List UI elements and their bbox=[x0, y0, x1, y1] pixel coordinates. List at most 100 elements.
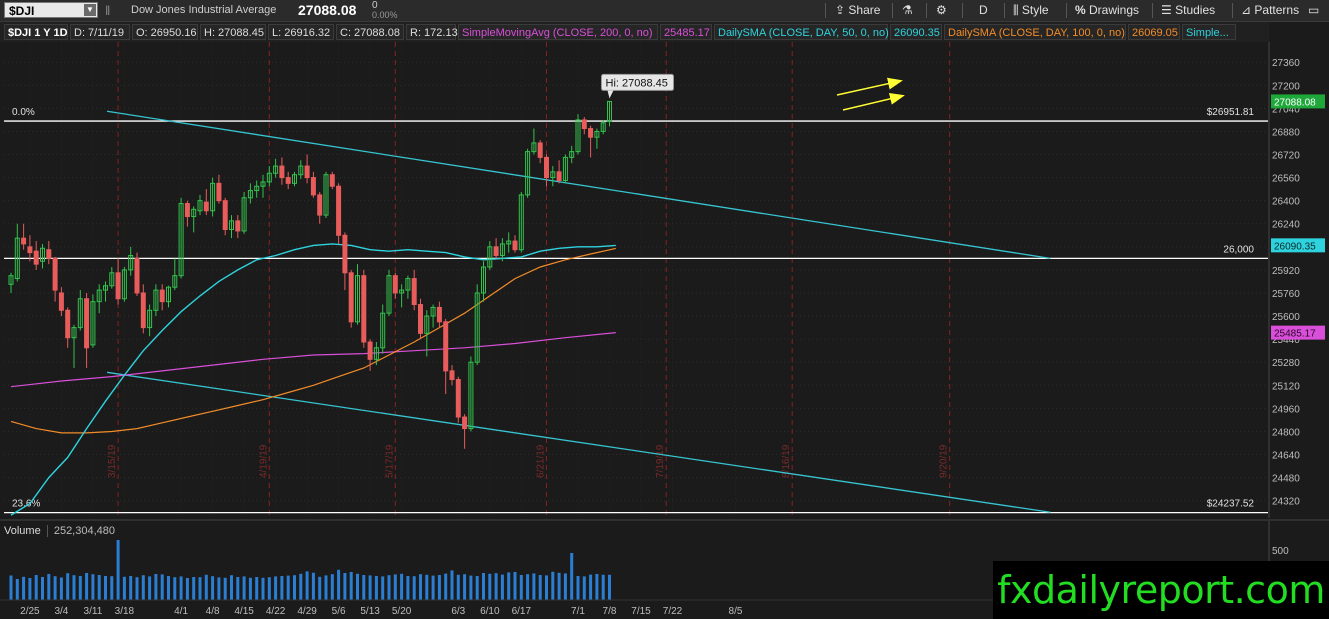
volume-bar bbox=[66, 573, 70, 600]
volume-bar bbox=[526, 574, 530, 600]
y-tick-label: 25120 bbox=[1272, 381, 1300, 392]
volume-bar bbox=[538, 575, 542, 600]
y-tick-label: 25760 bbox=[1272, 289, 1300, 300]
volume-bar bbox=[305, 571, 309, 600]
y-tick-label: 27200 bbox=[1272, 81, 1300, 92]
candle-body bbox=[27, 246, 33, 254]
volume-bar bbox=[343, 573, 347, 600]
volume-bar bbox=[456, 574, 460, 600]
candle-body bbox=[184, 203, 190, 218]
candle-body bbox=[115, 272, 121, 300]
volume-bar bbox=[469, 575, 473, 600]
y-tick-label: 24320 bbox=[1272, 497, 1300, 508]
volume-bar bbox=[72, 575, 76, 600]
volume-bar bbox=[261, 577, 265, 600]
x-tick-label: 7/1 bbox=[571, 606, 585, 617]
candle-body bbox=[443, 321, 449, 372]
volume-bar bbox=[267, 577, 271, 600]
volume-bar bbox=[135, 577, 139, 600]
x-tick-label: 5/6 bbox=[332, 606, 346, 617]
volume-bar bbox=[116, 540, 120, 600]
y-tick-label: 24480 bbox=[1272, 474, 1300, 485]
volume-bar bbox=[15, 579, 19, 600]
volume-bar bbox=[557, 572, 561, 600]
level-right-label: $24237.52 bbox=[1207, 499, 1255, 510]
candle-body bbox=[361, 275, 367, 343]
volume-bar bbox=[91, 574, 95, 600]
volume-bar bbox=[167, 576, 170, 600]
x-tick-label: 5/13 bbox=[360, 606, 380, 617]
event-date-label: 9/20/19 bbox=[939, 444, 950, 478]
volume-bar bbox=[192, 577, 196, 600]
candle-body bbox=[52, 257, 58, 291]
candle-body bbox=[493, 246, 499, 256]
y-tick-label: 24640 bbox=[1272, 451, 1300, 462]
candle-body bbox=[21, 237, 27, 245]
x-tick-label: 5/20 bbox=[392, 606, 412, 617]
volume-bar bbox=[230, 575, 233, 600]
y-tick-label: 25280 bbox=[1272, 358, 1300, 369]
candle-body bbox=[449, 370, 455, 381]
x-tick-label: 7/22 bbox=[663, 606, 683, 617]
volume-bar bbox=[85, 573, 89, 600]
volume-bar bbox=[173, 577, 177, 600]
candle-body bbox=[329, 174, 335, 187]
volume-bar bbox=[22, 576, 26, 600]
volume-bar bbox=[356, 573, 359, 600]
candle-body bbox=[418, 304, 423, 334]
level-left-label: 0.0% bbox=[12, 107, 35, 118]
candle-body bbox=[342, 234, 348, 274]
candle-body bbox=[367, 341, 373, 360]
candle-body bbox=[216, 182, 222, 202]
candle-body bbox=[65, 309, 71, 339]
candle-body bbox=[58, 292, 64, 311]
volume-bar bbox=[494, 573, 498, 600]
volume-bar bbox=[318, 576, 322, 600]
x-tick-label: 7/15 bbox=[631, 606, 651, 617]
candle-body bbox=[317, 194, 323, 216]
level-right-label: $26951.81 bbox=[1207, 107, 1255, 118]
volume-bar bbox=[381, 576, 385, 600]
volume-bar bbox=[482, 573, 485, 600]
volume-bar bbox=[280, 576, 284, 600]
y-tick-label: 26240 bbox=[1272, 220, 1300, 231]
x-tick-label: 3/11 bbox=[84, 606, 103, 617]
volume-bar bbox=[129, 576, 133, 600]
y-tick-label: 26720 bbox=[1272, 151, 1300, 162]
plot-background bbox=[4, 42, 1268, 518]
candle-body bbox=[203, 201, 209, 212]
volume-bar bbox=[179, 576, 183, 600]
y-tick-label: 24800 bbox=[1272, 427, 1300, 438]
volume-bar bbox=[513, 572, 517, 600]
event-date-label: 3/15/19 bbox=[107, 444, 118, 478]
grid bbox=[4, 42, 1268, 518]
x-tick-label: 6/17 bbox=[512, 606, 532, 617]
volume-bar bbox=[41, 577, 44, 600]
x-tick-label: 8/5 bbox=[729, 606, 743, 617]
volume-value: 252,304,480 bbox=[53, 525, 115, 537]
x-tick-label: 3/18 bbox=[115, 606, 135, 617]
volume-label: Volume bbox=[4, 525, 41, 537]
volume-bar bbox=[595, 574, 599, 600]
volume-bar bbox=[519, 575, 523, 600]
candle-body bbox=[140, 292, 146, 329]
volume-bar bbox=[488, 573, 492, 600]
volume-bar bbox=[148, 576, 152, 600]
volume-bar bbox=[141, 575, 145, 600]
x-tick-label: 6/3 bbox=[451, 606, 465, 617]
volume-bar bbox=[236, 577, 240, 600]
volume-bar bbox=[255, 577, 259, 600]
volume-bar bbox=[311, 572, 315, 600]
volume-bar bbox=[475, 576, 479, 600]
volume-axis-label: 500 bbox=[1272, 546, 1289, 557]
volume-bar bbox=[545, 575, 548, 600]
candle-body bbox=[304, 165, 310, 179]
last-price-badge-text: 27088.08 bbox=[1274, 97, 1316, 108]
candle-body bbox=[310, 177, 316, 196]
candle-body bbox=[235, 220, 241, 232]
price-chart[interactable]: 3/15/19 4/19/19 5/17/19 6/21/19 7/19/19 8/16/… bbox=[0, 0, 1329, 619]
volume-header: Volume 252,304,480 bbox=[4, 523, 115, 539]
volume-bar bbox=[274, 576, 278, 600]
candle-body bbox=[336, 185, 342, 236]
candle-body bbox=[348, 272, 354, 323]
